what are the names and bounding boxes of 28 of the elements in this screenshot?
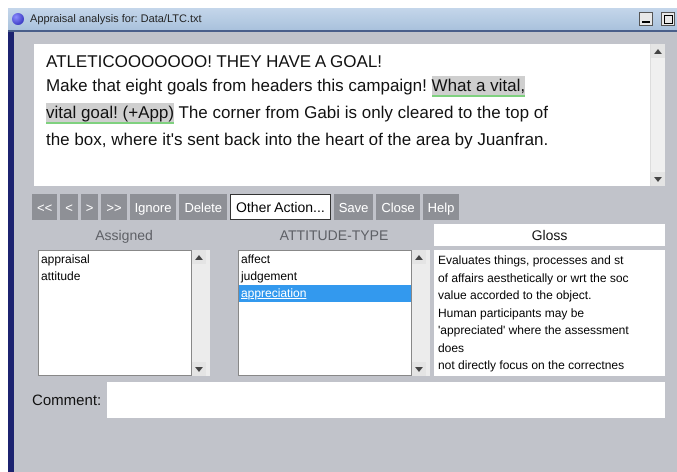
comment-label: Comment: [32,392,102,408]
comment-field[interactable] [107,382,665,418]
gloss-text: Evaluates things, processes and st of affairs aesthetically or wrt the soc value accorded to the object. Human participants may be 'appreciated' where the assessment does not directly focus on the correctnes [434,250,665,376]
list-item[interactable]: appraisal [39,251,191,268]
scroll-down-icon[interactable] [654,176,662,182]
list-box[interactable]: appraisal attitude [38,250,192,376]
list-box[interactable]: affect judgement appreciation [238,250,412,376]
scroll-down-icon[interactable] [195,366,203,372]
gloss-header: Gloss [434,224,665,246]
scroll-down-icon[interactable] [415,366,423,372]
list-item[interactable]: judgement [239,268,411,285]
list-item[interactable]: attitude [39,268,191,285]
scroll-up-icon[interactable] [195,254,203,260]
list-label: Assigned [94,226,154,245]
maximize-icon [664,14,672,24]
minimize-button[interactable] [639,12,653,26]
scrollbar[interactable] [192,250,210,376]
scrollbar[interactable] [650,44,665,186]
list-label: ATTITUDE-TYPE [278,226,390,245]
list-item[interactable]: affect [239,251,411,268]
window-title: Appraisal analysis for: Data/LTC.txt [30,13,203,25]
app-icon [12,13,24,25]
scroll-up-icon[interactable] [415,254,423,260]
scrollbar[interactable] [412,250,430,376]
scroll-up-icon[interactable] [654,48,662,54]
maximize-button[interactable] [661,12,675,26]
action-button[interactable]: Other Action... [230,194,331,220]
list-item[interactable]: appreciation [239,285,411,302]
